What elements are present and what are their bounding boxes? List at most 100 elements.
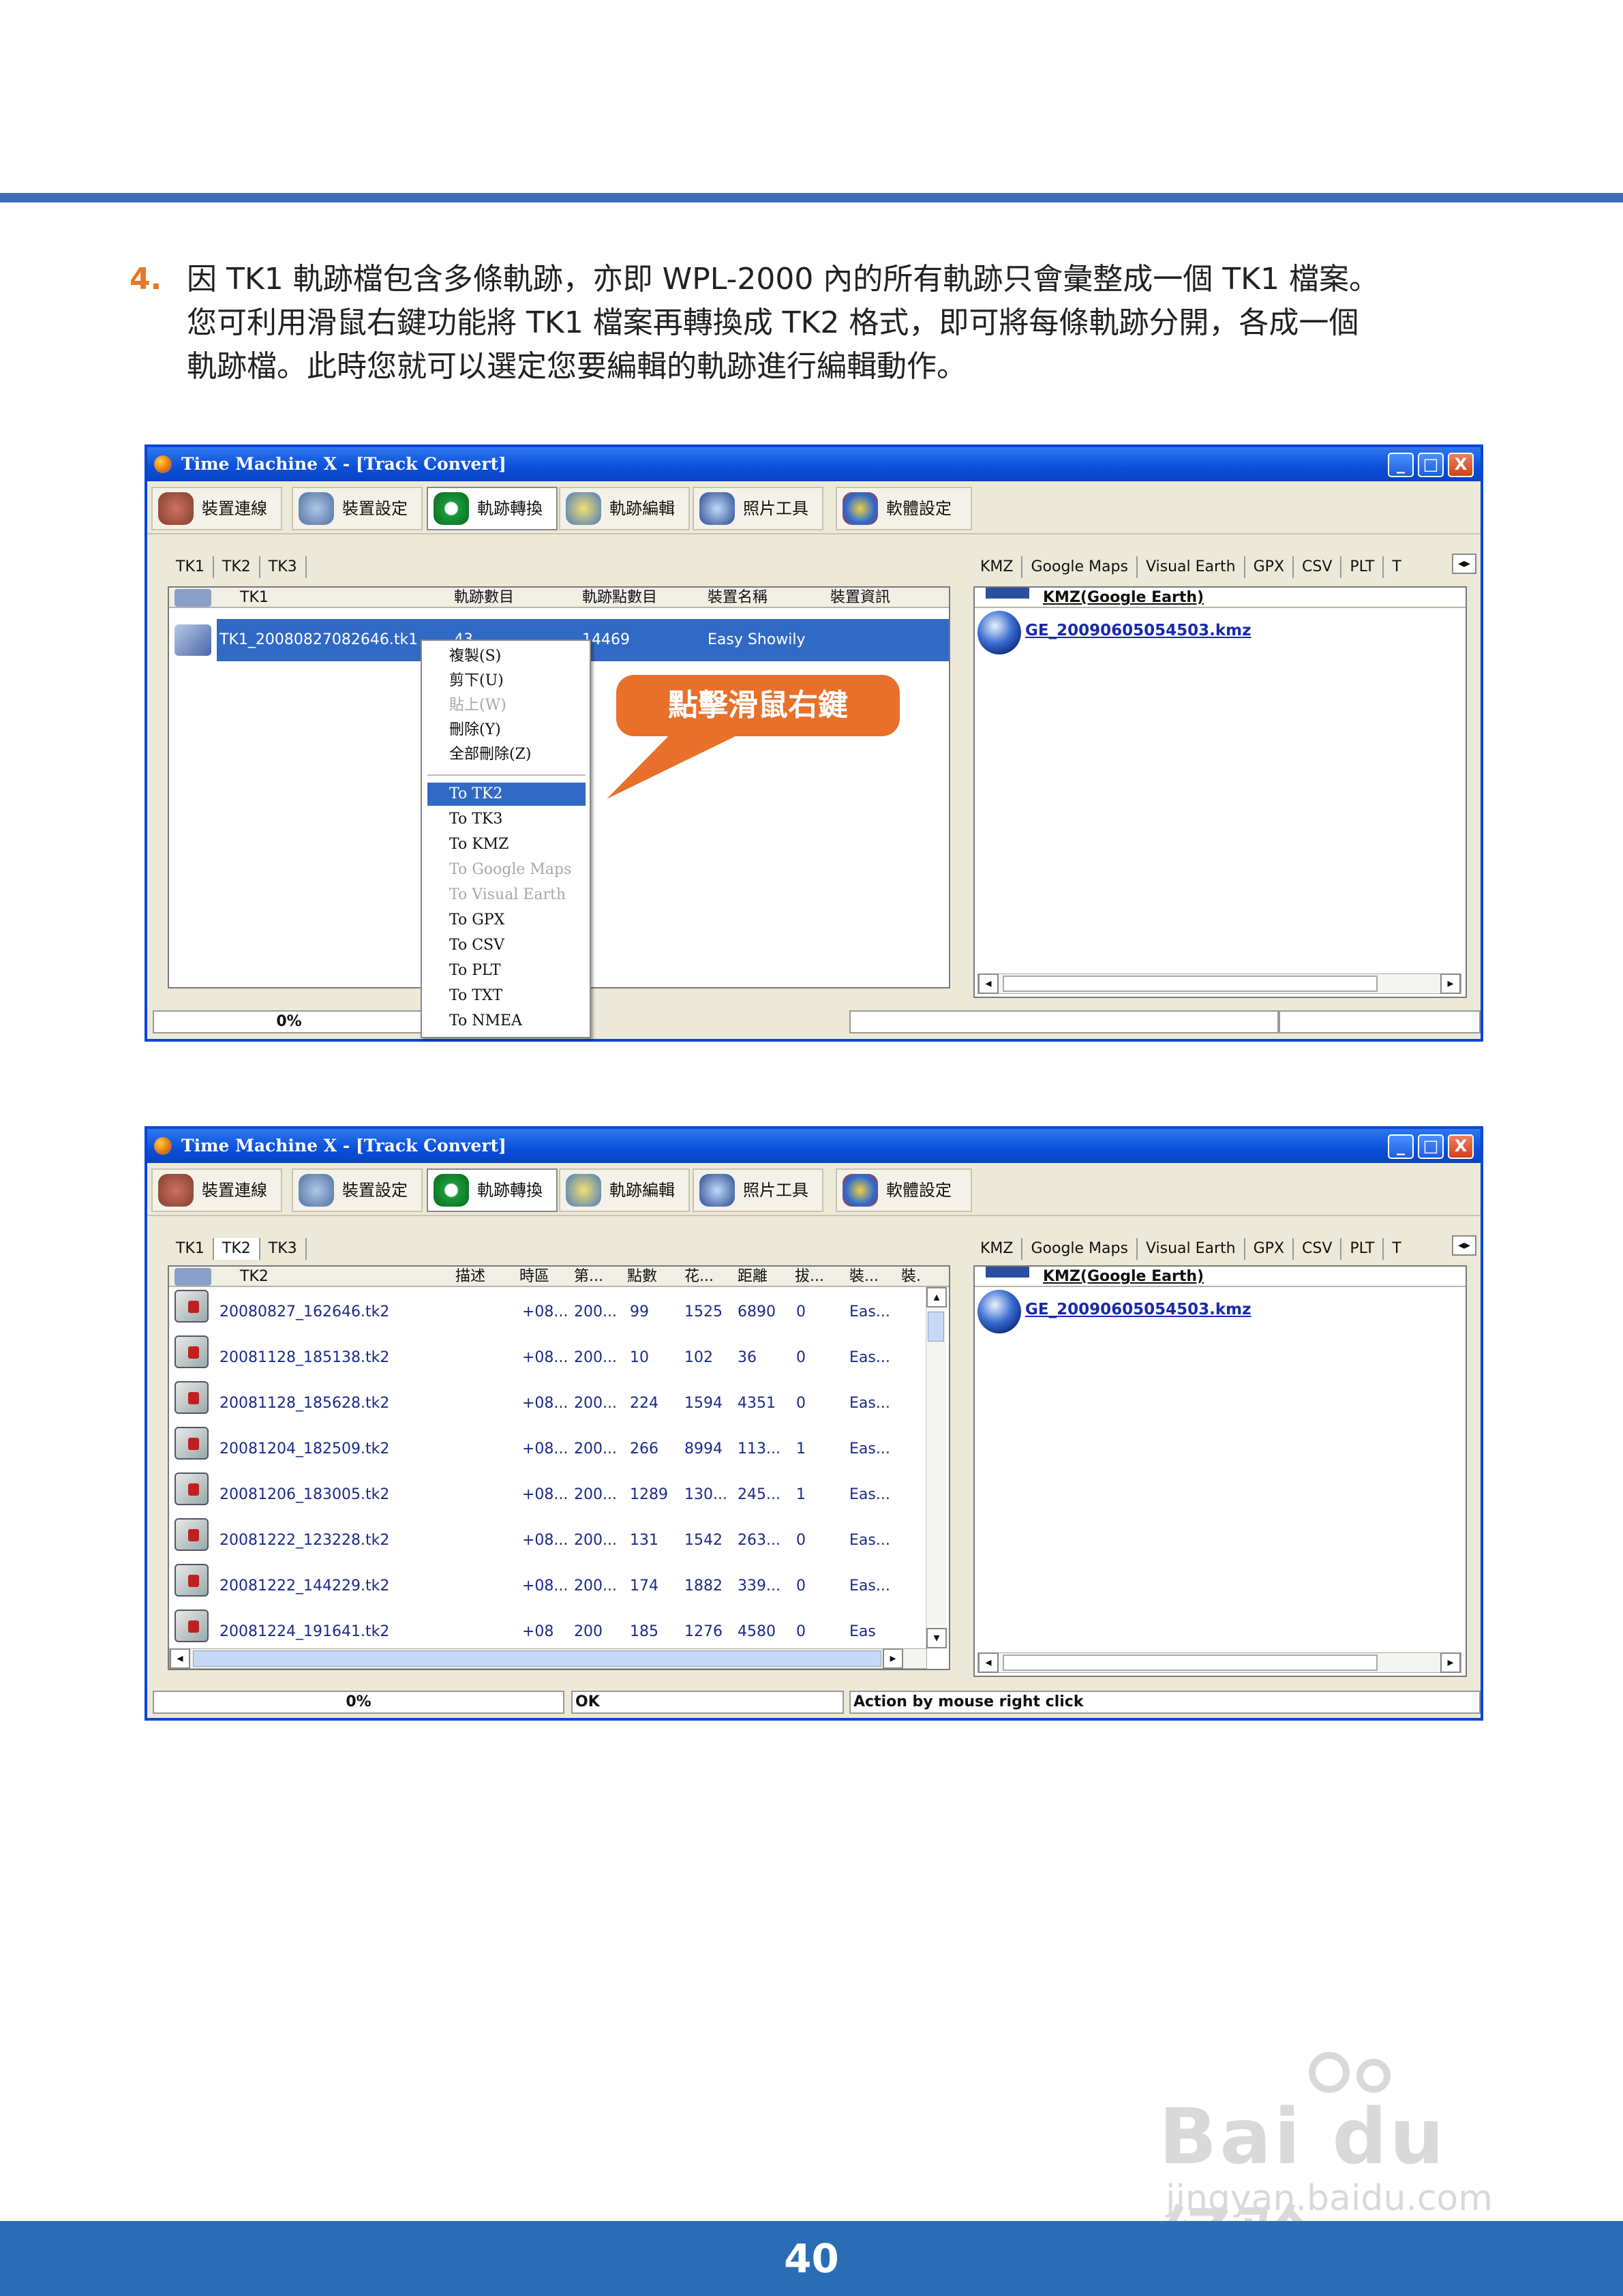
- track-convert-button[interactable]: 軌跡轉換: [427, 487, 558, 530]
- tab-visual-earth[interactable]: Visual Earth: [1138, 1238, 1245, 1260]
- device-settings-button[interactable]: 裝置設定: [292, 1168, 423, 1212]
- baidu-watermark: Bai du 经验 jingyan.baidu.com: [1152, 2052, 1534, 2288]
- scroll-down-button[interactable]: ▾: [926, 1628, 947, 1648]
- scroll-thumb[interactable]: [193, 1650, 881, 1667]
- scroll-right-button[interactable]: ▸: [883, 1648, 903, 1669]
- menu-to-tk3[interactable]: To TK3: [449, 808, 502, 831]
- col-tk2[interactable]: TK2: [240, 1267, 269, 1287]
- kmz-file-link[interactable]: GE_20090605054503.kmz: [1025, 1301, 1252, 1318]
- table-row[interactable]: 20081128_185628.tk2 +08... 200... 224 1594 43…: [169, 1381, 949, 1426]
- menu-to-gpx[interactable]: To GPX: [449, 909, 504, 932]
- paw-print-icon: [1356, 2059, 1391, 2093]
- minimize-button[interactable]: _: [1388, 453, 1414, 477]
- menu-cut[interactable]: 剪下(U): [449, 669, 504, 693]
- col-description[interactable]: 描述: [455, 1267, 485, 1287]
- scroll-up-button[interactable]: ▴: [926, 1287, 947, 1308]
- col-timezone[interactable]: 時區: [519, 1267, 549, 1287]
- tab-kmz[interactable]: KMZ: [972, 556, 1023, 578]
- photo-tools-button[interactable]: 照片工具: [693, 1168, 823, 1212]
- table-row[interactable]: 20081128_185138.tk2 +08... 200... 10 102 36 0 E…: [169, 1335, 949, 1380]
- tab-tk3[interactable]: TK3: [260, 556, 307, 578]
- photo-tools-button[interactable]: 照片工具: [693, 487, 823, 530]
- tab-google-maps[interactable]: Google Maps: [1022, 1238, 1138, 1260]
- track-edit-button[interactable]: 軌跡編輯: [559, 1168, 690, 1212]
- col-points[interactable]: 軌跡點數目: [582, 588, 657, 608]
- scroll-left-button[interactable]: ◂: [978, 973, 999, 994]
- horizontal-scrollbar[interactable]: ◂ ▸: [977, 973, 1461, 994]
- col-device-name[interactable]: 裝置名稱: [708, 588, 768, 608]
- tab-scroll-arrows[interactable]: ◂▸: [1452, 1235, 1476, 1256]
- col-time[interactable]: 花...: [684, 1267, 714, 1287]
- device-settings-button[interactable]: 裝置設定: [292, 487, 423, 530]
- device-settings-icon: [299, 1174, 334, 1207]
- maximize-button[interactable]: □: [1418, 453, 1444, 477]
- menu-delete[interactable]: 刪除(Y): [449, 719, 501, 742]
- menu-to-plt[interactable]: To PLT: [449, 959, 501, 982]
- menu-to-csv[interactable]: To CSV: [449, 934, 504, 957]
- table-row[interactable]: 20081222_123228.tk2 +08... 200... 131 1542 26…: [169, 1518, 949, 1563]
- tab-plt[interactable]: PLT: [1341, 556, 1384, 578]
- menu-to-txt[interactable]: To TXT: [449, 984, 502, 1008]
- tab-gpx[interactable]: GPX: [1245, 1238, 1294, 1260]
- menu-to-kmz[interactable]: To KMZ: [449, 833, 509, 856]
- tab-kmz[interactable]: KMZ: [972, 1238, 1023, 1260]
- minimize-button[interactable]: _: [1388, 1134, 1414, 1159]
- col-altitude[interactable]: 拔...: [795, 1267, 824, 1287]
- scroll-right-button[interactable]: ▸: [1440, 973, 1461, 994]
- track-edit-button[interactable]: 軌跡編輯: [559, 487, 690, 530]
- tab-tk1[interactable]: TK1: [168, 1238, 214, 1260]
- scroll-right-button[interactable]: ▸: [1440, 1652, 1461, 1673]
- scroll-left-button[interactable]: ◂: [978, 1652, 999, 1673]
- table-row[interactable]: 20080827_162646.tk2 +08... 200... 99 1525 689…: [169, 1290, 949, 1335]
- col-tracks[interactable]: 軌跡數目: [454, 588, 514, 608]
- table-row[interactable]: 20081204_182509.tk2 +08... 200... 266 8994 11…: [169, 1427, 949, 1472]
- menu-copy[interactable]: 複製(S): [449, 645, 501, 668]
- tab-csv[interactable]: CSV: [1294, 1238, 1342, 1260]
- menu-paste[interactable]: 貼上(W): [449, 694, 506, 717]
- col-distance[interactable]: 距離: [738, 1267, 768, 1287]
- menu-to-tk2[interactable]: To TK2: [427, 783, 586, 806]
- tab-scroll-arrows[interactable]: ◂▸: [1452, 554, 1476, 574]
- col-points[interactable]: 點數: [627, 1267, 657, 1287]
- tab-plt[interactable]: PLT: [1341, 1238, 1384, 1260]
- col-tk1[interactable]: TK1: [240, 588, 269, 608]
- tab-google-maps[interactable]: Google Maps: [1022, 556, 1138, 578]
- software-settings-button[interactable]: 軟體設定: [836, 487, 972, 530]
- device-connect-button[interactable]: 裝置連線: [151, 1168, 282, 1212]
- horizontal-scrollbar[interactable]: ◂ ▸: [169, 1648, 927, 1669]
- kmz-file-link[interactable]: GE_20090605054503.kmz: [1025, 622, 1252, 639]
- google-earth-icon: [977, 1290, 1021, 1333]
- track-convert-button[interactable]: 軌跡轉換: [427, 1168, 558, 1212]
- table-row[interactable]: 20081206_183005.tk2 +08... 200... 1289 130..…: [169, 1472, 949, 1517]
- scroll-thumb[interactable]: [1003, 976, 1378, 992]
- col-first[interactable]: 第...: [574, 1267, 603, 1287]
- table-row[interactable]: 20081222_144229.tk2 +08... 200... 174 1882 33…: [169, 1564, 949, 1609]
- menu-delete-all[interactable]: 全部刪除(Z): [449, 743, 531, 766]
- close-button[interactable]: X: [1448, 453, 1474, 477]
- tab-more[interactable]: T: [1384, 1238, 1409, 1260]
- horizontal-scrollbar[interactable]: ◂ ▸: [977, 1652, 1461, 1673]
- scroll-left-button[interactable]: ◂: [170, 1648, 190, 1669]
- maximize-button[interactable]: □: [1418, 1134, 1444, 1159]
- col-device[interactable]: 裝...: [849, 1267, 879, 1287]
- menu-to-google-maps[interactable]: To Google Maps: [449, 858, 571, 881]
- status-action-field: [1279, 1010, 1481, 1033]
- menu-to-visual-earth[interactable]: To Visual Earth: [449, 883, 566, 907]
- menu-to-nmea[interactable]: To NMEA: [449, 1010, 522, 1033]
- tab-csv[interactable]: CSV: [1294, 556, 1342, 578]
- close-button[interactable]: X: [1448, 1134, 1474, 1159]
- scroll-thumb[interactable]: [928, 1312, 944, 1342]
- scroll-thumb[interactable]: [1003, 1655, 1378, 1671]
- tab-more[interactable]: T: [1384, 556, 1409, 578]
- software-settings-button[interactable]: 軟體設定: [836, 1168, 972, 1212]
- tab-tk2[interactable]: TK2: [214, 556, 260, 578]
- tab-visual-earth[interactable]: Visual Earth: [1138, 556, 1245, 578]
- tab-tk1[interactable]: TK1: [168, 556, 214, 578]
- tab-gpx[interactable]: GPX: [1245, 556, 1294, 578]
- col-device-info[interactable]: 裝置資訊: [830, 588, 890, 608]
- tab-tk2[interactable]: TK2: [213, 1238, 260, 1260]
- col-device-2[interactable]: 裝.: [901, 1267, 921, 1287]
- device-connect-button[interactable]: 裝置連線: [151, 487, 282, 530]
- vertical-scrollbar[interactable]: ▴ ▾: [926, 1287, 947, 1648]
- tab-tk3[interactable]: TK3: [260, 1238, 307, 1260]
